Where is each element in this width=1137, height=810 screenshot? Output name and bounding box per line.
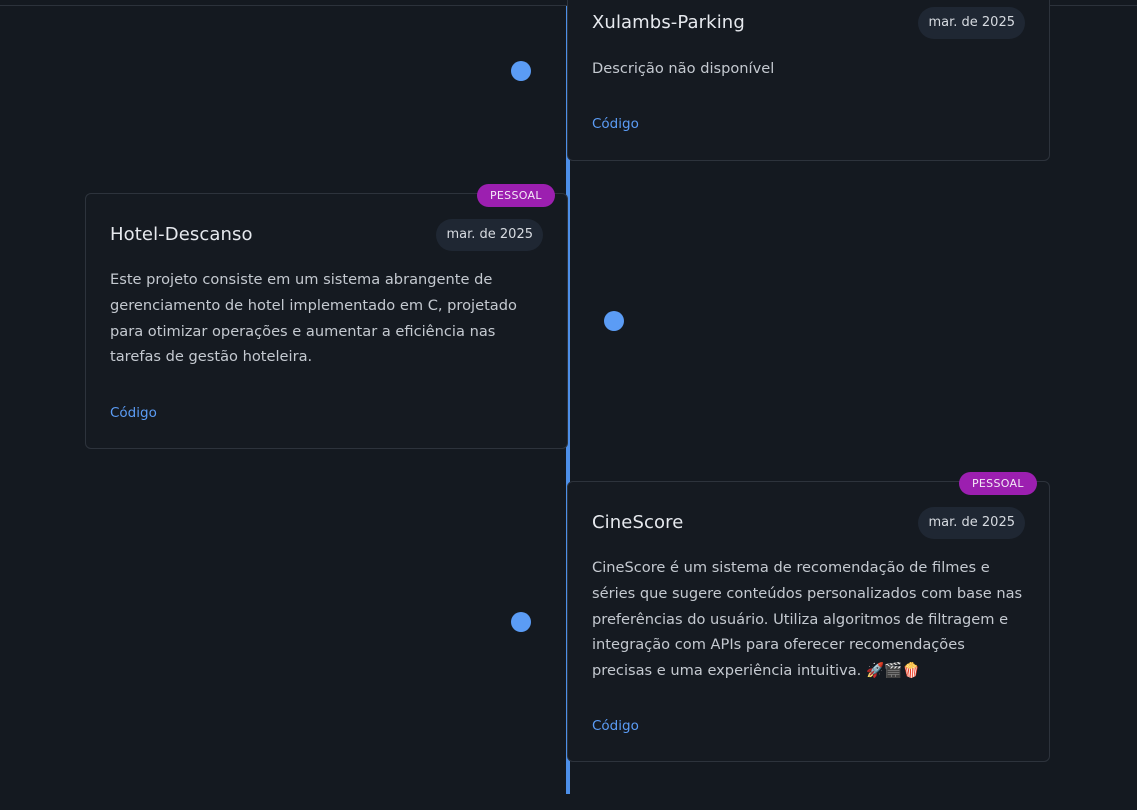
project-description: Este projeto consiste em um sistema abra… — [110, 271, 517, 366]
code-link[interactable]: Código — [592, 116, 639, 132]
timeline-dot — [511, 612, 531, 632]
project-card-hotel-descanso: Hotel-Descanso mar. de 2025 Este projeto… — [85, 193, 568, 449]
category-badge: PESSOAL — [959, 472, 1037, 495]
timeline-page: Xulambs-Parking mar. de 2025 Descrição n… — [0, 0, 1137, 810]
project-date-badge: mar. de 2025 — [436, 219, 543, 251]
project-description: CineScore é um sistema de recomendação d… — [592, 559, 1023, 680]
category-badge: PESSOAL — [477, 184, 555, 207]
project-date-badge: mar. de 2025 — [918, 7, 1025, 39]
project-card-xulambs-parking: Xulambs-Parking mar. de 2025 Descrição n… — [567, 0, 1050, 161]
code-link[interactable]: Código — [110, 405, 157, 421]
timeline-dot — [604, 311, 624, 331]
project-card-cinescore: CineScore mar. de 2025 CineScore é um si… — [567, 481, 1050, 762]
project-title: CineScore — [592, 512, 684, 533]
project-date-badge: mar. de 2025 — [918, 507, 1025, 539]
timeline-dot — [511, 61, 531, 81]
code-link[interactable]: Código — [592, 718, 639, 734]
project-description: Descrição não disponível — [592, 60, 775, 77]
project-title: Xulambs-Parking — [592, 12, 745, 33]
project-title: Hotel-Descanso — [110, 224, 253, 245]
